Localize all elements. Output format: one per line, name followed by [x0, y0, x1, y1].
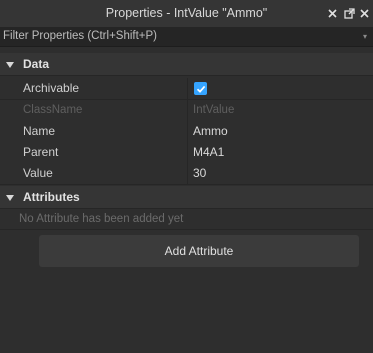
section-label: Data: [23, 57, 50, 71]
property-value[interactable]: M4A1: [193, 142, 224, 163]
property-name: Name: [23, 124, 56, 138]
chevron-down-icon[interactable]: [5, 59, 15, 69]
property-row-archivable[interactable]: Archivable: [0, 78, 373, 100]
column-divider: [187, 78, 188, 99]
property-value: IntValue: [193, 104, 235, 116]
divider: [0, 229, 373, 230]
column-divider: [187, 163, 188, 184]
property-name: Value: [23, 166, 53, 180]
property-name: Archivable: [23, 81, 80, 95]
dropdown-caret-icon[interactable]: ▾: [360, 29, 370, 43]
property-value[interactable]: Ammo: [193, 121, 228, 142]
close-icon[interactable]: [325, 6, 339, 20]
property-row-classname: ClassName IntValue: [0, 100, 373, 122]
no-attributes-message: No Attribute has been added yet: [19, 213, 184, 225]
property-row-name[interactable]: Name Ammo: [0, 121, 373, 143]
section-label: Attributes: [23, 190, 80, 204]
popout-icon[interactable]: [342, 6, 356, 20]
column-divider: [187, 142, 188, 163]
column-divider: [187, 121, 188, 142]
title-bar: Properties - IntValue "Ammo": [0, 0, 373, 28]
add-attribute-button[interactable]: Add Attribute: [39, 235, 359, 267]
close-window-icon[interactable]: [357, 6, 371, 20]
section-data-header[interactable]: Data: [0, 53, 373, 76]
property-row-value[interactable]: Value 30: [0, 163, 373, 185]
archivable-checkbox[interactable]: [194, 82, 207, 95]
filter-bar: ▾: [0, 27, 373, 47]
property-row-parent[interactable]: Parent M4A1: [0, 142, 373, 164]
filter-properties-input[interactable]: [0, 27, 360, 46]
property-name: Parent: [23, 145, 59, 159]
checkmark-icon: [196, 85, 205, 93]
section-attributes-header[interactable]: Attributes: [0, 186, 373, 209]
property-value[interactable]: 30: [193, 163, 206, 184]
column-divider: [187, 100, 188, 121]
window-title: Properties - IntValue "Ammo": [105, 6, 268, 20]
property-name: ClassName: [23, 104, 83, 116]
chevron-down-icon[interactable]: [5, 192, 15, 202]
